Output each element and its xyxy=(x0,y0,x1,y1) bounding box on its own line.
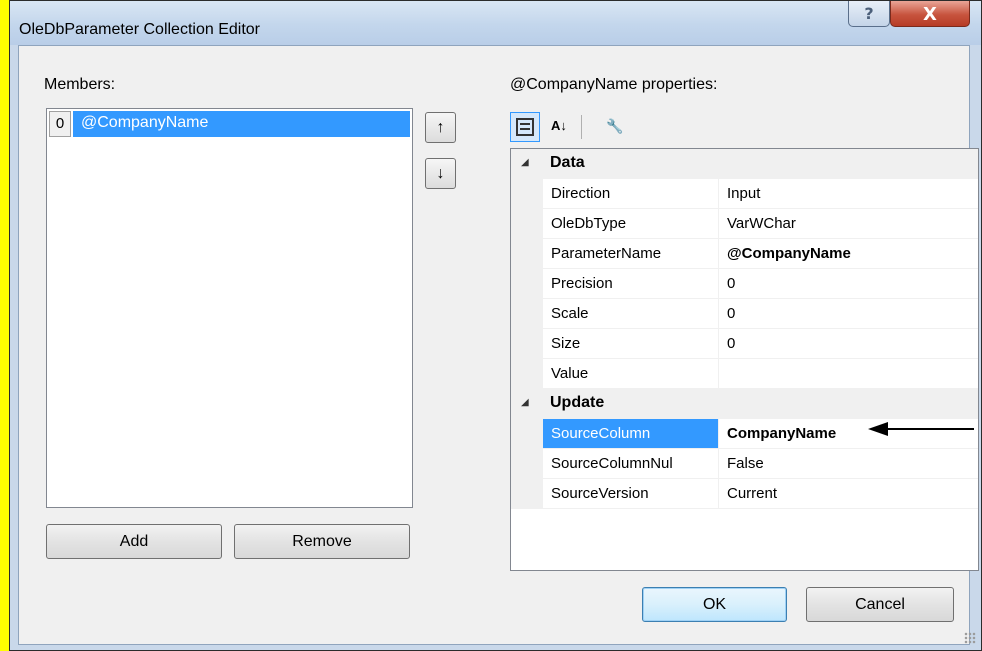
property-name: Value xyxy=(543,359,719,389)
property-value[interactable]: Input xyxy=(719,179,978,209)
title-bar[interactable]: OleDbParameter Collection Editor ? X xyxy=(10,1,981,45)
property-value[interactable]: False xyxy=(719,449,978,479)
close-icon: X xyxy=(923,4,937,25)
add-button[interactable]: Add xyxy=(46,524,222,559)
remove-button[interactable]: Remove xyxy=(234,524,410,559)
property-row[interactable]: OleDbType VarWChar xyxy=(511,209,978,239)
help-icon: ? xyxy=(864,4,874,23)
move-up-button[interactable]: ↑ xyxy=(425,112,456,143)
resize-grip-icon[interactable] xyxy=(964,632,976,644)
property-row[interactable]: Value xyxy=(511,359,978,389)
cancel-button[interactable]: Cancel xyxy=(806,587,954,622)
property-name: SourceColumnNul xyxy=(543,449,719,479)
property-value[interactable]: @CompanyName xyxy=(719,239,978,269)
arrow-up-icon: ↑ xyxy=(436,119,445,136)
categorized-button[interactable] xyxy=(510,112,540,142)
collapse-icon[interactable]: ◢ xyxy=(521,157,529,168)
property-row[interactable]: Precision 0 xyxy=(511,269,978,299)
wrench-icon: 🔧 xyxy=(606,118,624,134)
property-row[interactable]: Direction Input xyxy=(511,179,978,209)
property-row[interactable]: SourceVersion Current xyxy=(511,479,978,509)
move-down-button[interactable]: ↓ xyxy=(425,158,456,189)
property-value[interactable] xyxy=(719,359,978,389)
toolbar-separator xyxy=(581,115,582,139)
property-name: Precision xyxy=(543,269,719,299)
property-row-selected[interactable]: SourceColumn CompanyName xyxy=(511,419,978,449)
sort-alphabetical-icon: A↓ xyxy=(551,118,567,133)
category-data[interactable]: ◢ Data xyxy=(511,149,978,179)
property-name: ParameterName xyxy=(543,239,719,269)
property-name: Scale xyxy=(543,299,719,329)
category-update[interactable]: ◢ Update xyxy=(511,389,978,419)
property-row[interactable]: Size 0 xyxy=(511,329,978,359)
property-value[interactable]: 0 xyxy=(719,299,978,329)
collapse-icon[interactable]: ◢ xyxy=(521,397,529,408)
category-name: Update xyxy=(550,394,605,411)
member-item[interactable]: 0 @CompanyName xyxy=(49,111,410,137)
property-name: SourceColumn xyxy=(543,419,719,449)
property-row[interactable]: ParameterName @CompanyName xyxy=(511,239,978,269)
member-name: @CompanyName xyxy=(73,111,410,137)
property-grid[interactable]: ◢ Data Direction Input OleDbType VarWCha… xyxy=(510,148,979,571)
property-name: Direction xyxy=(543,179,719,209)
alphabetical-button[interactable]: A↓ xyxy=(544,112,574,142)
property-value[interactable]: 0 xyxy=(719,269,978,299)
ok-button[interactable]: OK xyxy=(642,587,787,622)
annotation-arrow-line xyxy=(886,428,974,430)
property-name: SourceVersion xyxy=(543,479,719,509)
property-row[interactable]: SourceColumnNul False xyxy=(511,449,978,479)
window-title: OleDbParameter Collection Editor xyxy=(19,21,260,38)
property-value[interactable]: Current xyxy=(719,479,978,509)
categorized-icon xyxy=(516,118,534,136)
property-name: Size xyxy=(543,329,719,359)
member-index: 0 xyxy=(49,111,71,137)
arrow-down-icon: ↓ xyxy=(436,165,445,182)
property-pages-button[interactable]: 🔧 xyxy=(600,112,630,142)
property-value[interactable]: VarWChar xyxy=(719,209,978,239)
property-grid-toolbar: A↓ 🔧 xyxy=(510,112,630,142)
members-label: Members: xyxy=(44,76,116,93)
members-list[interactable]: 0 @CompanyName xyxy=(46,108,413,508)
annotation-arrow-head xyxy=(868,422,888,436)
properties-label: @CompanyName properties: xyxy=(510,76,718,93)
property-value[interactable]: 0 xyxy=(719,329,978,359)
category-name: Data xyxy=(550,154,585,171)
help-button[interactable]: ? xyxy=(848,1,890,27)
property-row[interactable]: Scale 0 xyxy=(511,299,978,329)
property-name: OleDbType xyxy=(543,209,719,239)
close-button[interactable]: X xyxy=(890,1,970,27)
property-value[interactable]: CompanyName xyxy=(719,419,978,449)
